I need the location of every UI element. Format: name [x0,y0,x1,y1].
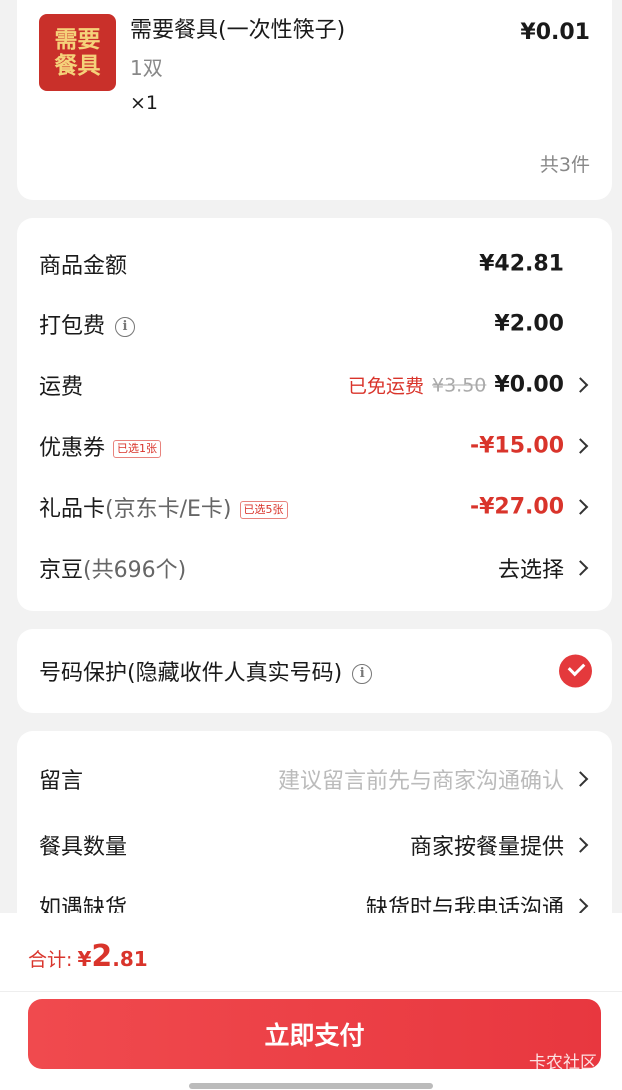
item-card: 需要 餐具 需要餐具(一次性筷子) 1双 ×1 ¥0.01 共3件 [17,0,612,200]
shipping-free-text: 已免运费 [347,375,424,398]
giftcard-sub: (京东卡/E卡) [105,497,232,522]
packing-fee-value: ¥2.00 [494,311,564,337]
giftcard-tag: 已选5张 [239,501,288,519]
total-amount: 合计: ¥2.81 [28,939,148,974]
chevron-right-icon [572,499,589,515]
tableware-row[interactable]: 餐具数量 商家按餐量提供 [17,815,612,875]
item-total-count: 共3件 [539,154,590,176]
privacy-row: 号码保护(隐藏收件人真实号码) i [39,655,373,687]
info-icon[interactable]: i [115,317,136,337]
message-input[interactable]: 建议留言前先与商家沟通确认 [278,763,564,795]
item-thumbnail[interactable]: 需要 餐具 [39,14,116,91]
coupon-label: 优惠券 [39,436,106,461]
giftcard-value: -¥27.00 [469,494,564,520]
jingdou-value: 去选择 [497,558,564,583]
coupon-value: -¥15.00 [469,433,564,459]
privacy-checkbox[interactable] [559,654,592,688]
tableware-label: 餐具数量 [39,835,128,860]
chevron-right-icon [572,560,589,576]
message-label: 留言 [39,769,84,794]
total-label: 合计: [28,949,73,971]
giftcard-label: 礼品卡 [39,497,106,522]
item-price: ¥0.01 [520,20,590,45]
goods-amount-label: 商品金额 [39,254,128,279]
price-summary-card: 商品金额 ¥42.81 打包费 i ¥2.00 运费 已免运费 ¥3.50 ¥0.… [17,218,612,611]
thumb-text-2: 餐具 [54,51,101,79]
jingdou-row[interactable]: 京豆(共696个) 去选择 [17,538,612,598]
packing-fee-label: 打包费 [39,314,106,339]
goods-amount-row: 商品金额 ¥42.81 [17,234,612,294]
watermark: 卡农社区 [529,1053,597,1073]
giftcard-row[interactable]: 礼品卡(京东卡/E卡) 已选5张 -¥27.00 [17,477,612,537]
chevron-right-icon [572,837,589,853]
tableware-value: 商家按餐量提供 [409,835,564,860]
chevron-right-icon [572,438,589,454]
chevron-right-icon [572,771,589,787]
privacy-label: 号码保护(隐藏收件人真实号码) [39,661,343,686]
item-spec: 1双 [130,56,163,80]
info-icon[interactable]: i [352,664,373,684]
goods-amount-value: ¥42.81 [479,251,564,277]
total-decimal: .81 [112,947,148,971]
pay-now-button[interactable]: 立即支付 [28,999,601,1069]
total-integer: 2 [91,939,113,974]
shipping-original-price: ¥3.50 [432,374,487,396]
jingdou-sub: (共696个) [83,558,187,583]
jingdou-label: 京豆 [39,558,84,583]
packing-fee-row: 打包费 i ¥2.00 [17,294,612,354]
shipping-row[interactable]: 运费 已免运费 ¥3.50 ¥0.00 [17,355,612,415]
item-qty: ×1 [130,92,159,114]
coupon-tag: 已选1张 [113,440,162,458]
coupon-row[interactable]: 优惠券 已选1张 -¥15.00 [17,416,612,476]
total-currency: ¥ [77,947,92,971]
privacy-card: 号码保护(隐藏收件人真实号码) i [17,629,612,713]
thumb-text-1: 需要 [54,25,101,53]
chevron-right-icon [572,377,589,393]
item-name: 需要餐具(一次性筷子) [130,18,346,43]
shipping-value: ¥0.00 [494,372,564,398]
chevron-right-icon [572,898,589,914]
shipping-label: 运费 [39,375,84,400]
home-indicator[interactable] [189,1083,433,1089]
message-row[interactable]: 留言 建议留言前先与商家沟通确认 [17,749,612,809]
